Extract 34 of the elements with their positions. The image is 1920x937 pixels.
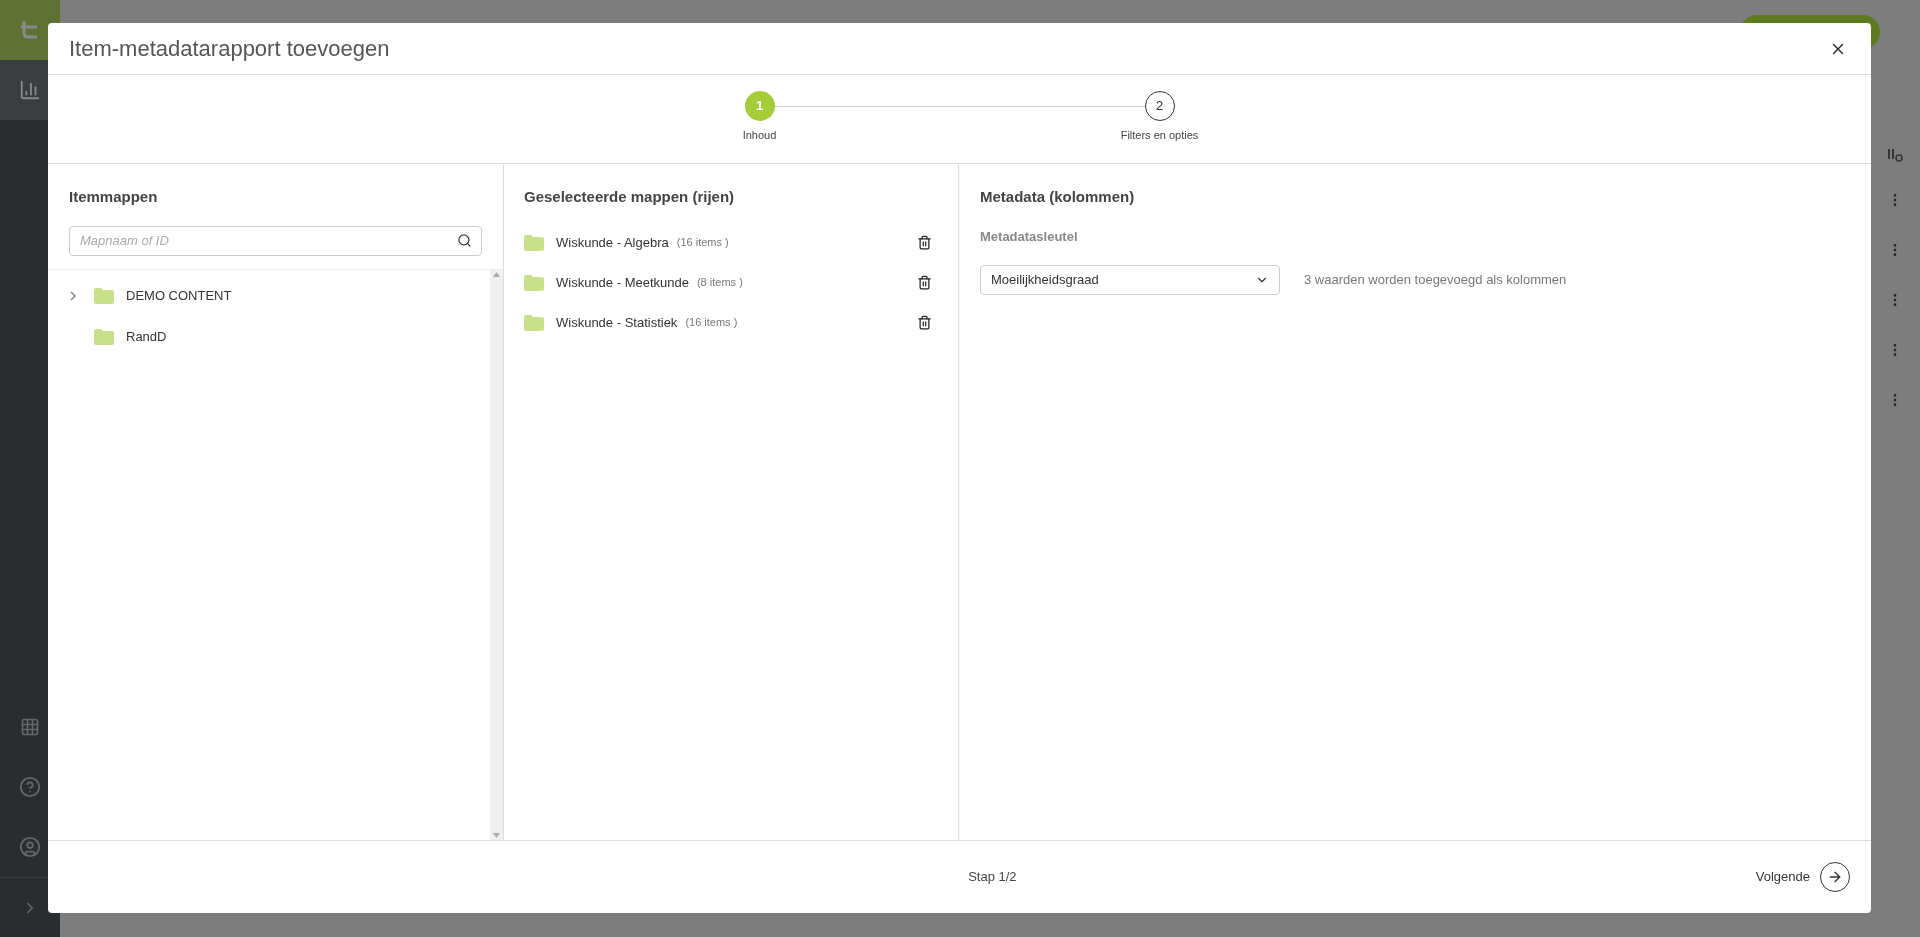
panel-title: Itemmappen (69, 187, 159, 207)
next-button[interactable]: Volgende (1755, 862, 1850, 892)
folder-name: Wiskunde - Meetkunde (556, 273, 689, 292)
panel-title: Geselecteerde mappen (rijen) (524, 187, 736, 207)
step-indicator: Stap 1/2 (968, 868, 1017, 887)
apps-grid-icon[interactable] (20, 717, 40, 737)
folder-icon (94, 329, 114, 345)
folder-icon (524, 234, 544, 251)
item-count: (8 items ) (696, 275, 743, 291)
field-label: Metadatasleutel (980, 227, 1079, 246)
folder-name: Wiskunde - Statistiek (556, 313, 678, 332)
search-field[interactable]: Mapnaam of ID (69, 225, 482, 256)
delete-icon[interactable] (917, 315, 932, 330)
item-count: (16 items ) (685, 315, 738, 331)
folder-icon (524, 274, 544, 291)
step-label: Filters en opties (1120, 128, 1199, 143)
folder-name[interactable]: DEMO CONTENT (126, 286, 232, 306)
columns-settings-icon[interactable] (1887, 148, 1903, 162)
folder-icon (94, 288, 114, 304)
hint-text: 3 waarden worden toegevoegd als kolommen (1304, 271, 1567, 290)
folder-icon (524, 314, 544, 331)
chart-icon[interactable] (19, 79, 41, 101)
folder-name: Wiskunde - Algebra (556, 233, 669, 252)
step-label: Inhoud (742, 128, 777, 143)
item-count: (16 items ) (676, 235, 729, 251)
panel-title: Metadata (kolommen) (980, 187, 1136, 207)
delete-icon[interactable] (917, 275, 932, 290)
help-icon[interactable] (19, 776, 41, 798)
search-icon[interactable] (457, 232, 472, 248)
metadata-select[interactable]: Moeilijkheidsgraad (980, 265, 1280, 295)
dialog-title: Item-metadatarapport toevoegen (69, 35, 390, 63)
delete-icon[interactable] (917, 235, 932, 250)
folder-name[interactable]: RandD (126, 327, 167, 347)
user-icon[interactable] (19, 836, 41, 858)
